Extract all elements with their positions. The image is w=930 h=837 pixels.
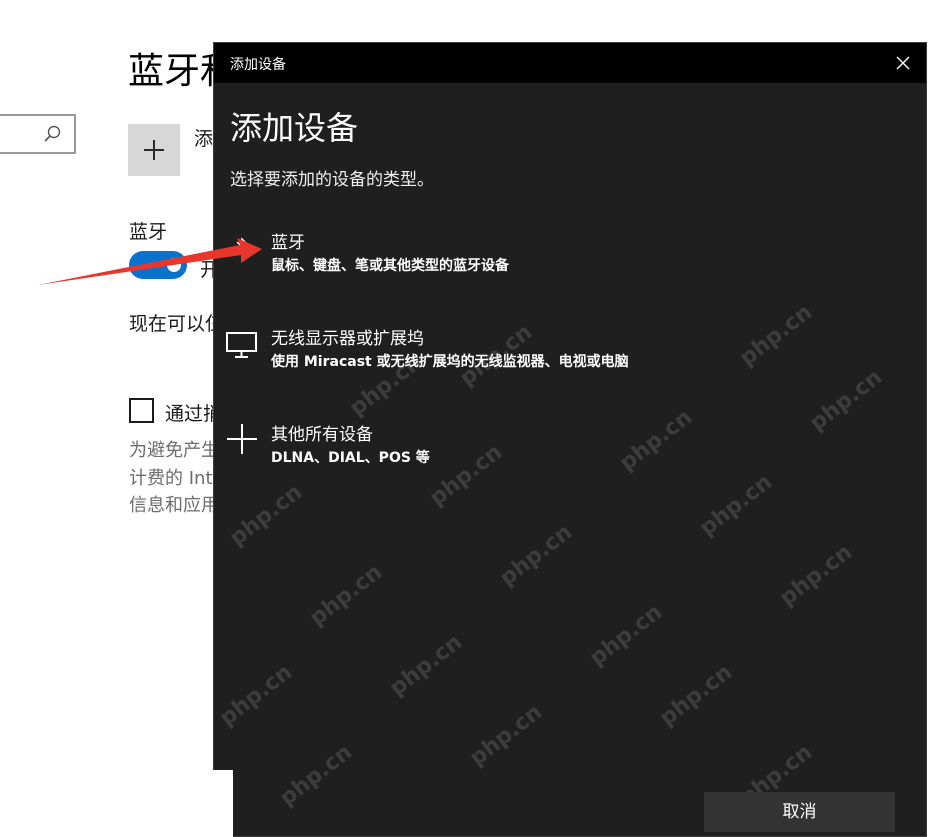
add-device-label: 添: [194, 128, 214, 150]
description-line: 信息和应用: [129, 495, 219, 516]
close-icon: [896, 56, 910, 70]
description-line: 为避免产生: [129, 440, 219, 461]
option-description: 使用 Miracast 或无线扩展坞的无线监视器、电视或电脑: [271, 354, 629, 370]
add-device-dialog: 添加设备 添加设备 选择要添加的设备的类型。 蓝牙 鼠标、键盘、笔或其他类型的蓝…: [213, 42, 927, 837]
option-wireless-display[interactable]: 无线显示器或扩展坞 使用 Miracast 或无线扩展坞的无线监视器、电视或电脑: [220, 324, 910, 388]
discoverable-text: 现在可以仨: [129, 313, 225, 335]
option-bluetooth[interactable]: 蓝牙 鼠标、键盘、笔或其他类型的蓝牙设备: [220, 228, 910, 292]
dialog-subtitle: 选择要添加的设备的类型。: [230, 170, 434, 190]
watermark: php.cn: [225, 479, 307, 552]
option-other-devices[interactable]: 其他所有设备 DLNA、DIAL、POS 等: [220, 420, 910, 484]
option-title: 无线显示器或扩展坞: [271, 329, 424, 349]
monitor-icon: [226, 332, 257, 358]
watermark: php.cn: [585, 599, 667, 672]
bluetooth-section-label: 蓝牙: [129, 221, 168, 243]
screenshot-crop-patch: [0, 770, 233, 837]
bluetooth-icon: [236, 237, 248, 259]
watermark: php.cn: [275, 739, 357, 812]
add-device-button[interactable]: [128, 124, 180, 176]
description-line: 计费的 Int: [129, 468, 213, 489]
watermark: php.cn: [385, 629, 467, 702]
option-title: 蓝牙: [271, 233, 305, 253]
dialog-window-title: 添加设备: [230, 57, 286, 73]
cancel-button[interactable]: 取消: [704, 792, 895, 832]
plus-icon: [227, 424, 257, 454]
bluetooth-toggle[interactable]: [129, 251, 187, 279]
watermark: php.cn: [215, 659, 297, 732]
option-title: 其他所有设备: [271, 425, 373, 445]
option-description: DLNA、DIAL、POS 等: [271, 450, 430, 466]
watermark: php.cn: [775, 539, 857, 612]
toggle-knob: [167, 258, 181, 272]
option-description: 鼠标、键盘、笔或其他类型的蓝牙设备: [271, 258, 509, 274]
watermark: php.cn: [305, 559, 387, 632]
close-button[interactable]: [880, 43, 926, 83]
watermark: php.cn: [465, 699, 547, 772]
search-input[interactable]: [0, 114, 76, 154]
watermark: php.cn: [495, 519, 577, 592]
dialog-titlebar: 添加设备: [214, 43, 926, 83]
watermark: php.cn: [655, 659, 737, 732]
dialog-heading: 添加设备: [230, 109, 359, 147]
search-icon: [44, 125, 61, 142]
metered-checkbox[interactable]: [129, 398, 154, 423]
